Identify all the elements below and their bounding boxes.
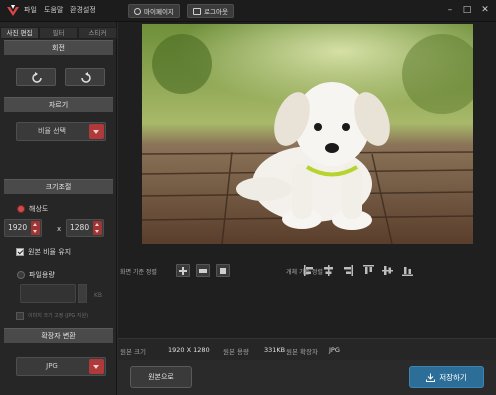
save-label: 저장하기 xyxy=(439,372,467,382)
logout-icon xyxy=(193,7,201,15)
resolution-label: 해상도 xyxy=(29,205,49,213)
original-size-value: 1920 X 1280 xyxy=(168,346,210,354)
user-icon xyxy=(134,7,141,15)
original-size-label: 원본 크기 xyxy=(120,348,146,356)
save-button[interactable]: 저장하기 xyxy=(409,366,484,388)
align-vcenter-icon[interactable] xyxy=(381,264,394,277)
filesize-unit: KB xyxy=(94,292,103,299)
image-info-bar: 원본 크기 1920 X 1280 원본 용량 331KB 원본 확장자 JPG xyxy=(118,338,496,360)
download-icon xyxy=(426,373,436,382)
tab-photo-edit[interactable]: 사진 편집 xyxy=(0,27,39,39)
resolution-radio[interactable] xyxy=(17,205,25,213)
original-ext-value: JPG xyxy=(329,346,340,354)
puppy-photo[interactable] xyxy=(142,24,473,244)
height-value: 1280 xyxy=(70,223,90,232)
extension-section-header: 확장자 변환 xyxy=(4,328,113,343)
menu-help[interactable]: 도움말 xyxy=(44,5,63,15)
tab-sticker[interactable]: 스티커 xyxy=(78,27,117,39)
resize-section-header: 크기조절 xyxy=(4,179,113,194)
logout-button[interactable]: 로그아웃 xyxy=(187,4,234,18)
filesize-radio[interactable] xyxy=(17,271,25,279)
crop-ratio-value: 비율 선택 xyxy=(38,127,66,135)
rotate-right-icon xyxy=(81,72,91,83)
bottom-bar: 원본으로 저장하기 xyxy=(118,360,496,395)
maximize-icon[interactable]: □ xyxy=(461,4,473,16)
width-stepper[interactable]: 1920 xyxy=(4,219,42,237)
rotate-left-icon xyxy=(32,72,42,83)
rotate-section-header: 회전 xyxy=(4,40,113,55)
align-left-icon[interactable] xyxy=(303,264,316,277)
mypage-button[interactable]: 마이페이지 xyxy=(128,4,180,18)
width-value: 1920 xyxy=(8,223,28,232)
times-label: x xyxy=(57,225,62,233)
keep-image-size-checkbox[interactable] xyxy=(16,312,24,320)
canvas-align-middle-icon[interactable] xyxy=(196,264,210,277)
extension-value: JPG xyxy=(46,362,58,370)
canvas-align-fill-icon[interactable] xyxy=(216,264,230,277)
original-filesize-label: 원본 용량 xyxy=(223,348,249,356)
keep-image-size-label: 이미지 크기 고정 (JPG 지원) xyxy=(28,313,89,319)
title-bar: 파일 도움말 환경설정 마이페이지 로그아웃 – □ ✕ xyxy=(0,0,496,22)
logout-label: 로그아웃 xyxy=(204,8,228,16)
canvas-align-center-icon[interactable] xyxy=(176,264,190,277)
keep-ratio-label: 원본 비율 유지 xyxy=(28,248,72,256)
rotate-right-button[interactable] xyxy=(65,68,105,86)
minimize-icon[interactable]: – xyxy=(444,4,456,16)
app-logo-icon xyxy=(7,5,19,16)
edit-panel: 사진 편집 필터 스티커 회전 자르기 비율 선택 크기조절 해상도 1920 … xyxy=(0,22,117,395)
align-toolbar: 화면 기준 정렬 개체 기준 정렬 xyxy=(118,262,496,282)
filesize-spin-icon[interactable] xyxy=(78,284,87,303)
keep-ratio-checkbox[interactable] xyxy=(16,248,24,256)
menu-file[interactable]: 파일 xyxy=(24,5,37,15)
tab-filter[interactable]: 필터 xyxy=(39,27,78,39)
panel-tabs: 사진 편집 필터 스티커 xyxy=(0,27,117,39)
width-spin-icon[interactable] xyxy=(31,221,40,235)
canvas-align-label: 화면 기준 정렬 xyxy=(120,269,157,276)
filesize-label: 파일용량 xyxy=(29,271,55,279)
chevron-down-icon xyxy=(89,359,104,374)
original-filesize-value: 331KB xyxy=(264,346,286,354)
height-spin-icon[interactable] xyxy=(93,221,102,235)
crop-section-header: 자르기 xyxy=(4,97,113,112)
close-icon[interactable]: ✕ xyxy=(479,4,491,16)
crop-ratio-select[interactable]: 비율 선택 xyxy=(16,122,106,141)
filesize-input[interactable] xyxy=(20,284,76,303)
align-hcenter-icon[interactable] xyxy=(322,264,335,277)
align-top-icon[interactable] xyxy=(362,264,375,277)
chevron-down-icon xyxy=(89,124,104,139)
extension-select[interactable]: JPG xyxy=(16,357,106,376)
canvas-area: 화면 기준 정렬 개체 기준 정렬 원본 크기 1920 X 1280 원본 용… xyxy=(118,22,496,395)
align-right-icon[interactable] xyxy=(341,264,354,277)
menu-settings[interactable]: 환경설정 xyxy=(70,5,96,15)
revert-original-button[interactable]: 원본으로 xyxy=(130,366,192,388)
height-stepper[interactable]: 1280 xyxy=(66,219,104,237)
rotate-left-button[interactable] xyxy=(16,68,56,86)
mypage-label: 마이페이지 xyxy=(144,8,174,16)
align-bottom-icon[interactable] xyxy=(401,264,414,277)
original-ext-label: 원본 확장자 xyxy=(286,348,318,356)
